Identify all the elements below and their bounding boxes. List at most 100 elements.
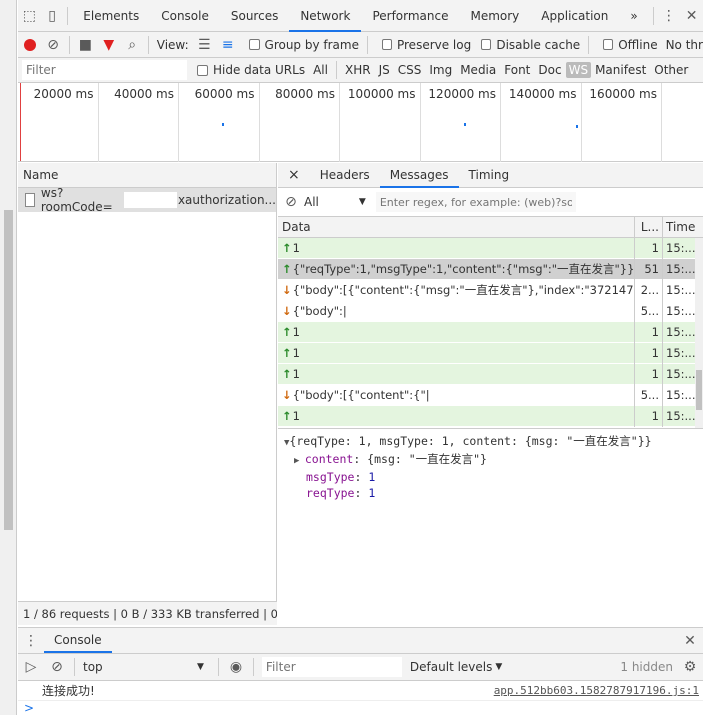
timeline-overview[interactable]: 20000 ms 40000 ms 60000 ms 80000 ms 100000 m…: [18, 83, 703, 162]
scrollbar-thumb[interactable]: [4, 210, 13, 530]
message-row[interactable]: ↓{"body":| 5... 15:...: [278, 300, 703, 322]
filter-type-xhr[interactable]: XHR: [341, 63, 375, 77]
timeline-column: 40000 ms: [99, 83, 179, 162]
filter-input[interactable]: [22, 60, 187, 80]
message-row[interactable]: ↑1 1 15:...: [278, 321, 703, 343]
message-preview: ▼{reqType: 1, msgType: 1, content: {msg:…: [278, 428, 703, 505]
close-devtools-icon[interactable]: ✕: [680, 3, 703, 29]
filter-type-ws[interactable]: WS: [565, 62, 592, 78]
message-row[interactable]: ↑1 1 15:...: [278, 237, 703, 259]
timeline-tick-label: 20000 ms: [33, 87, 94, 101]
filter-type-doc[interactable]: Doc: [534, 63, 565, 77]
time-column-header[interactable]: Time: [663, 217, 695, 238]
list-view-icon[interactable]: ☰: [193, 32, 216, 58]
timeline-start-marker: [20, 83, 21, 161]
tab-application[interactable]: Application: [530, 0, 619, 32]
tab-memory[interactable]: Memory: [459, 0, 530, 32]
tab-timing[interactable]: Timing: [459, 163, 520, 188]
divider: [217, 658, 219, 676]
sidebar-toggle-icon[interactable]: ▷: [18, 654, 44, 680]
record-icon[interactable]: [18, 32, 41, 58]
message-data-cell: ↑1: [278, 363, 635, 385]
waterfall-view-icon[interactable]: ≡: [216, 32, 239, 58]
message-data-cell: ↓{"body":[{"content":{"msg":"一直在发言"},"in…: [278, 279, 635, 301]
message-row[interactable]: ↑{"reqType":1,"msgType":1,"content":{"ms…: [278, 258, 703, 280]
messages-scrollbar[interactable]: [695, 238, 703, 428]
filter-type-css[interactable]: CSS: [394, 63, 426, 77]
filter-type-media[interactable]: Media: [456, 63, 500, 77]
message-row[interactable]: ↑1 1 15:...: [278, 405, 703, 427]
dropdown-arrow-icon[interactable]: ▼: [359, 197, 366, 207]
filter-type-img[interactable]: Img: [425, 63, 456, 77]
camera-icon[interactable]: ■: [74, 32, 97, 58]
tab-performance[interactable]: Performance: [361, 0, 459, 32]
group-by-frame-checkbox[interactable]: [249, 39, 260, 50]
messages-regex-input[interactable]: [375, 192, 576, 212]
preserve-log-checkbox[interactable]: [381, 39, 392, 50]
length-column-header[interactable]: L...: [635, 216, 663, 238]
tab-console[interactable]: Console: [150, 0, 220, 32]
redacted-region: [124, 192, 177, 208]
log-levels-select[interactable]: Default levels: [410, 660, 492, 674]
filter-type-font[interactable]: Font: [500, 63, 534, 77]
preview-content-line[interactable]: ▶ content: {msg: "一直在发言"}: [284, 451, 697, 469]
eye-icon[interactable]: ◉: [223, 654, 249, 680]
gear-icon[interactable]: ⚙: [677, 654, 703, 680]
close-detail-button[interactable]: ×: [278, 163, 310, 188]
dropdown-arrow-icon[interactable]: ▼: [495, 662, 502, 672]
filter-type-js[interactable]: JS: [375, 63, 394, 77]
device-toolbar-icon[interactable]: ▯: [41, 3, 64, 29]
page-scrollbar[interactable]: [0, 0, 17, 715]
main-tabbar: ⬚ ▯ Elements Console Sources Network Perform…: [18, 0, 703, 32]
timeline-tick-label: 100000 ms: [347, 87, 416, 101]
tab-sources[interactable]: Sources: [220, 0, 289, 32]
disable-cache-checkbox[interactable]: [481, 39, 492, 50]
context-select[interactable]: top: [79, 660, 197, 674]
preview-summary-line[interactable]: ▼{reqType: 1, msgType: 1, content: {msg:…: [284, 433, 697, 451]
sent-arrow-icon: ↑: [282, 261, 292, 276]
data-column-header[interactable]: Data: [278, 216, 635, 238]
received-arrow-icon: ↓: [282, 303, 292, 318]
message-row[interactable]: ↑1 1 15:...: [278, 363, 703, 385]
clear-messages-icon[interactable]: ⊘: [278, 189, 304, 215]
filter-icon[interactable]: ▼: [97, 32, 120, 58]
console-prompt[interactable]: >: [18, 701, 703, 715]
message-row[interactable]: ↓{"body":[{"content":{"| 5... 15:...: [278, 384, 703, 406]
throttling-select[interactable]: No thr: [666, 38, 703, 52]
source-link[interactable]: app.512bb603.1582787917196.js:1: [494, 684, 699, 697]
request-row[interactable]: ws?roomCode= xauthorization...: [18, 186, 276, 214]
sent-arrow-icon: ↑: [282, 324, 292, 339]
filter-type-manifest[interactable]: Manifest: [591, 63, 650, 77]
clear-console-icon[interactable]: ⊘: [44, 654, 70, 680]
dropdown-arrow-icon[interactable]: ▼: [197, 662, 204, 672]
tab-messages[interactable]: Messages: [379, 163, 459, 188]
message-row[interactable]: ↑1 1 15:...: [278, 342, 703, 364]
console-filter-input[interactable]: [261, 657, 402, 677]
message-data: 1: [292, 366, 300, 381]
messages-list: ↑1 1 15:... ↑{"reqType":1,"msgType":1,"cont…: [278, 237, 703, 427]
close-drawer-icon[interactable]: ✕: [677, 628, 703, 654]
name-column-header[interactable]: Name: [18, 163, 276, 188]
more-tabs-button[interactable]: »: [619, 0, 648, 32]
kebab-menu-icon[interactable]: ⋮: [658, 3, 681, 29]
tab-headers[interactable]: Headers: [310, 163, 380, 188]
scrollbar-thumb[interactable]: [696, 370, 702, 410]
hide-data-urls-checkbox[interactable]: [197, 64, 208, 76]
timeline-column: 60000 ms: [179, 83, 260, 162]
inspect-element-icon[interactable]: ⬚: [18, 3, 41, 29]
message-type-select[interactable]: All: [304, 195, 319, 209]
filter-type-other[interactable]: Other: [650, 63, 692, 77]
drawer-menu-icon[interactable]: ⋮: [18, 628, 44, 654]
offline-checkbox[interactable]: [603, 39, 614, 50]
tab-network[interactable]: Network: [289, 0, 362, 32]
message-data: {"body":|: [292, 303, 347, 318]
filter-type-all[interactable]: All: [309, 63, 332, 77]
message-row[interactable]: ↓{"body":[{"content":{"msg":"一直在发言"},"in…: [278, 279, 703, 301]
hidden-count: 1 hidden: [620, 660, 673, 674]
tab-console-drawer[interactable]: Console: [44, 628, 112, 653]
search-icon[interactable]: ⌕: [120, 32, 143, 58]
tab-elements[interactable]: Elements: [72, 0, 150, 32]
clear-icon[interactable]: ⊘: [41, 32, 64, 58]
sent-arrow-icon: ↑: [282, 408, 292, 423]
group-by-frame-label: Group by frame: [264, 37, 359, 52]
